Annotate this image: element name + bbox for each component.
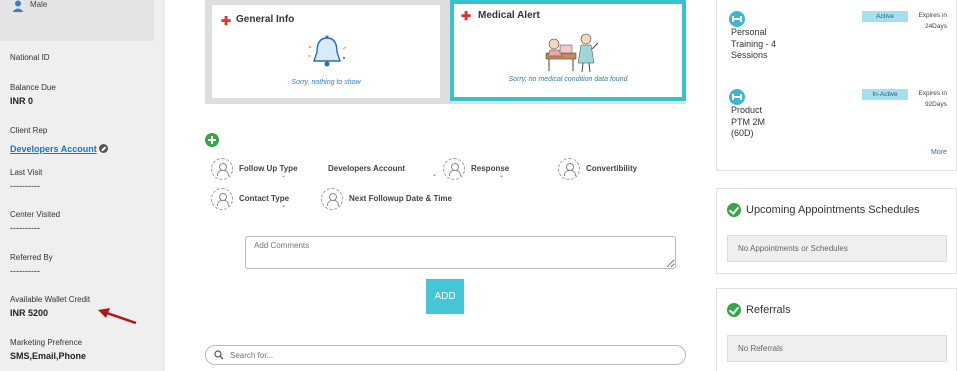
expires-days: 24Days xyxy=(924,23,947,30)
referrals-panel: Referrals No Referrals xyxy=(716,288,957,371)
referrals-title: Referrals xyxy=(746,304,791,316)
expires-days: 92Days xyxy=(924,101,947,108)
client-rep-field: Client Rep Developers Account xyxy=(10,126,108,157)
add-button[interactable]: ADD xyxy=(426,279,464,314)
appointments-panel: Upcoming Appointments Schedules No Appoi… xyxy=(716,188,957,274)
medical-alert-empty-text: Sorry, no medical condition data found xyxy=(508,76,628,83)
referred-by-label: Referred By xyxy=(10,253,53,262)
search-input[interactable] xyxy=(230,349,670,362)
national-id-label: National ID xyxy=(10,53,50,62)
status-badge: Active xyxy=(862,11,908,22)
memberships-panel: Personal Training - 4 Sessions Active Ex… xyxy=(716,0,957,171)
status-badge: In-Active xyxy=(862,89,908,100)
last-visit-value: ---------- xyxy=(10,181,40,191)
client-details-sidebar: Male National ID Balance Due INR 0 Clien… xyxy=(0,0,165,371)
person-icon xyxy=(558,158,580,180)
last-visit-label: Last Visit xyxy=(10,168,43,177)
center-visited-field: Center Visited ---------- xyxy=(10,210,60,233)
expires-label: Expires in xyxy=(918,90,947,97)
appointments-header: Upcoming Appointments Schedules xyxy=(727,203,920,217)
balance-due-value: INR 0 xyxy=(10,96,34,106)
search-bar[interactable] xyxy=(205,345,686,365)
balance-due-field: Balance Due INR 0 xyxy=(10,83,56,106)
general-info-title: General Info xyxy=(236,14,295,25)
gender-value: Male xyxy=(30,0,48,9)
comment-input[interactable] xyxy=(245,236,676,269)
last-visit-field: Last Visit ---------- xyxy=(10,168,42,191)
person-icon xyxy=(321,188,343,210)
chevron-down-icon: ⌄ xyxy=(499,173,505,179)
plus-icon: ✚ xyxy=(461,9,472,23)
assigned-rep-value[interactable]: Developers Account xyxy=(328,164,405,173)
referrals-empty-box: No Referrals xyxy=(727,335,947,362)
medical-alert-title: Medical Alert xyxy=(478,10,540,21)
dumbbell-icon xyxy=(729,11,745,27)
membership-name: Product PTM 2M (60D) xyxy=(731,105,766,138)
chevron-down-icon: ⌄ xyxy=(281,203,287,209)
appointments-empty-box: No Appointments or Schedules xyxy=(727,235,947,262)
marketing-preference-value: SMS,Email,Phone xyxy=(10,351,87,361)
convertibility-label: Convertibility xyxy=(586,164,638,173)
more-link[interactable]: More xyxy=(931,149,947,156)
add-followup-icon[interactable] xyxy=(205,133,219,147)
membership-name: Personal Training - 4 Sessions xyxy=(731,27,777,60)
referrals-header: Referrals xyxy=(727,303,791,317)
red-arrow-annotation xyxy=(98,308,137,325)
chevron-down-icon: ⌄ xyxy=(432,172,438,178)
wallet-credit-field: Available Wallet Credit INR 5200 xyxy=(10,295,90,318)
check-circle-icon xyxy=(727,303,741,317)
referred-by-value: ---------- xyxy=(10,266,40,276)
wallet-credit-value: INR 5200 xyxy=(10,308,49,318)
person-icon xyxy=(443,158,465,180)
person-icon xyxy=(211,188,233,210)
gender-box: Male xyxy=(0,0,154,41)
expires-label: Expires in xyxy=(918,12,947,19)
general-info-empty-text: Sorry, nothing to show xyxy=(291,79,361,86)
dumbbell-icon xyxy=(729,89,745,105)
plus-icon: ✚ xyxy=(221,14,232,28)
info-cards: ✚ General Info Sorry, nothing to show ✚ … xyxy=(205,0,686,104)
check-circle-icon xyxy=(727,203,741,217)
appointments-title: Upcoming Appointments Schedules xyxy=(746,204,920,216)
referred-by-field: Referred By ---------- xyxy=(10,253,53,276)
main-content: ✚ General Info Sorry, nothing to show ✚ … xyxy=(165,0,710,371)
wallet-credit-label: Available Wallet Credit xyxy=(10,295,91,304)
marketing-preference-label: Marketing Prefrence xyxy=(10,338,83,347)
medical-illustration-icon xyxy=(545,33,599,73)
person-icon xyxy=(211,158,233,180)
right-column: Personal Training - 4 Sessions Active Ex… xyxy=(716,0,957,371)
national-id-field: National ID xyxy=(10,53,50,62)
next-followup-label: Next Followup Date & Time xyxy=(349,194,452,203)
chevron-down-icon: ⌄ xyxy=(281,173,287,179)
user-icon xyxy=(12,0,24,12)
balance-due-label: Balance Due xyxy=(10,83,56,92)
client-profile-page: Male National ID Balance Due INR 0 Clien… xyxy=(0,0,957,371)
edit-icon[interactable] xyxy=(98,144,108,153)
follow-up-type-label: Follow Up Type xyxy=(239,164,298,173)
search-icon xyxy=(214,350,224,360)
client-rep-label: Client Rep xyxy=(10,126,48,135)
medical-alert-card[interactable]: ✚ Medical Alert Sorry, no medical condit… xyxy=(450,0,686,101)
center-visited-value: ---------- xyxy=(10,223,40,233)
center-visited-label: Center Visited xyxy=(10,210,61,219)
client-rep-link[interactable]: Developers Account xyxy=(10,144,97,154)
bell-icon xyxy=(308,35,347,67)
general-info-card[interactable]: ✚ General Info Sorry, nothing to show xyxy=(212,5,440,98)
marketing-preference-field: Marketing Prefrence SMS,Email,Phone xyxy=(10,338,86,361)
